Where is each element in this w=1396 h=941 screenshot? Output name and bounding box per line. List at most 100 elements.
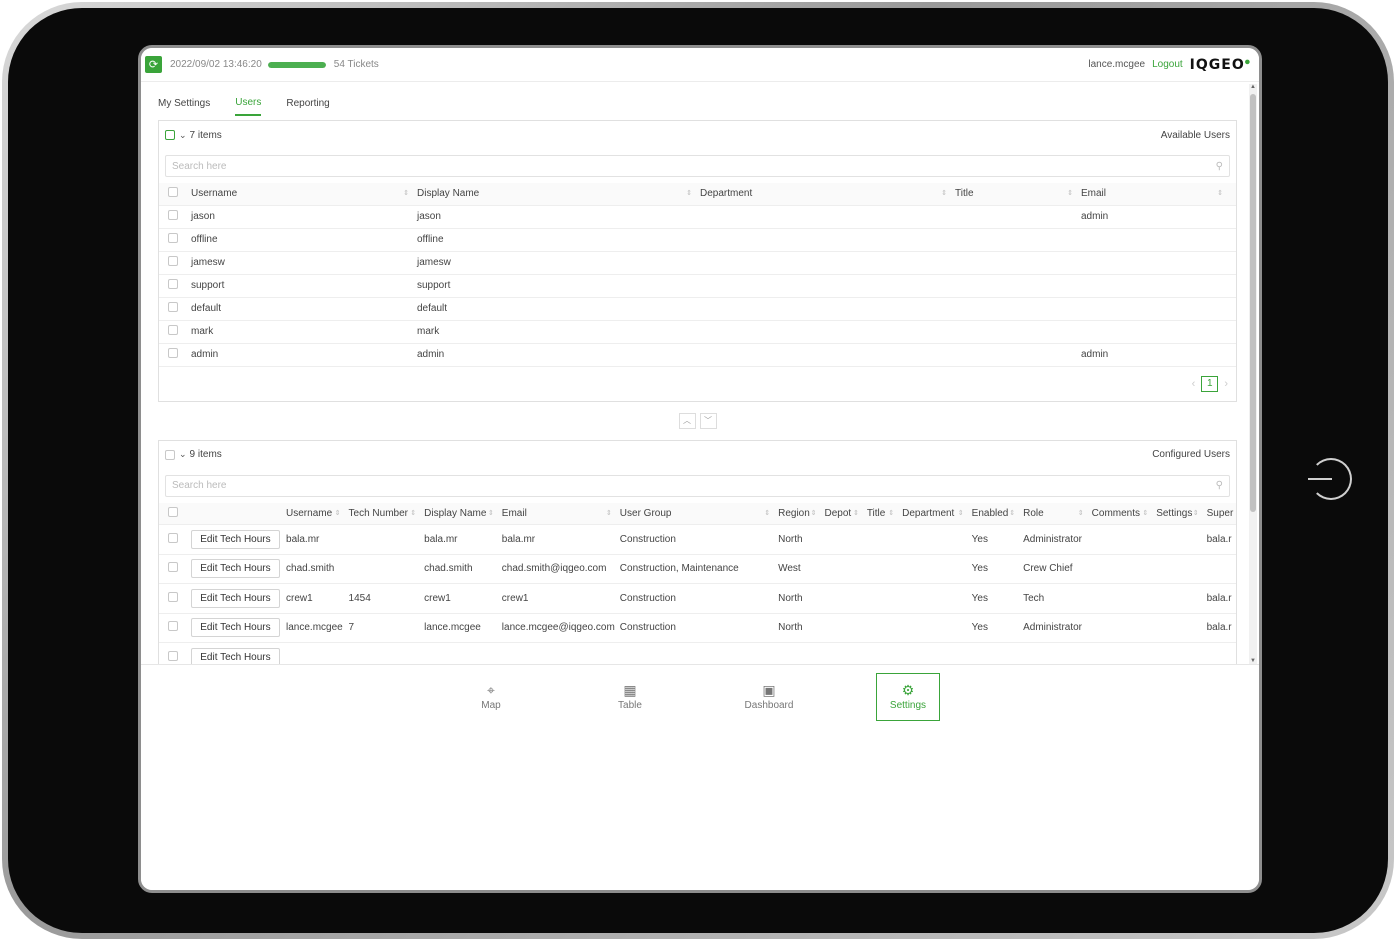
chevron-right-icon[interactable]: ›: [1224, 378, 1228, 390]
available-search-input[interactable]: [172, 160, 1216, 172]
column-header-title[interactable]: Title ⇕: [951, 183, 1077, 206]
nav-dashboard[interactable]: ▣ Dashboard: [737, 673, 801, 721]
row-checkbox[interactable]: [168, 325, 178, 335]
tab-reporting[interactable]: Reporting: [286, 90, 329, 115]
column-header-depot[interactable]: Depot ⇕: [820, 502, 863, 525]
cell-department: [898, 642, 968, 664]
column-header-department[interactable]: Department ⇕: [898, 502, 968, 525]
tab-users[interactable]: Users: [235, 89, 262, 116]
logout-link[interactable]: Logout: [1152, 59, 1183, 70]
edit-tech-hours-button[interactable]: Edit Tech Hours: [191, 588, 280, 608]
chevron-down-icon[interactable]: ⌄: [179, 449, 187, 460]
tab-my-settings[interactable]: My Settings: [158, 90, 210, 115]
row-checkbox[interactable]: [168, 256, 178, 266]
nav-label: Table: [618, 700, 642, 711]
move-up-button[interactable]: ︿: [678, 412, 696, 429]
column-header-department[interactable]: Department ⇕: [696, 183, 951, 206]
sort-icon[interactable]: ⇕: [1078, 509, 1084, 519]
sort-icon[interactable]: ⇕: [853, 509, 859, 519]
column-header-label: Tech Number: [348, 507, 408, 519]
sort-icon[interactable]: ⇕: [686, 189, 692, 199]
row-checkbox[interactable]: [168, 562, 179, 573]
cell-user-group: [615, 642, 775, 664]
table-row[interactable]: default default: [159, 297, 1236, 321]
column-header-tech-number[interactable]: Tech Number ⇕: [344, 502, 421, 525]
select-all-checkbox[interactable]: [168, 506, 179, 517]
column-header-username[interactable]: Username ⇕: [187, 183, 413, 206]
move-down-button[interactable]: ﹀: [699, 412, 717, 429]
table-row[interactable]: Edit Tech Hours bala.mr bala.mr bala.mr Cons…: [159, 524, 1236, 555]
column-header-settings[interactable]: Settings ⇕: [1152, 502, 1203, 525]
column-header-role[interactable]: Role ⇕: [1019, 502, 1088, 525]
sort-icon[interactable]: ⇕: [1217, 189, 1223, 199]
sort-icon[interactable]: ⇕: [958, 509, 964, 519]
sort-icon[interactable]: ⇕: [1193, 509, 1199, 519]
select-all-checkbox[interactable]: [165, 449, 175, 460]
row-checkbox[interactable]: [168, 621, 179, 632]
row-checkbox[interactable]: [168, 210, 178, 220]
sort-icon[interactable]: ⇕: [488, 509, 494, 519]
row-checkbox[interactable]: [168, 532, 179, 543]
scroll-up-icon[interactable]: ▲: [1250, 84, 1256, 90]
edit-tech-hours-button[interactable]: Edit Tech Hours: [191, 647, 280, 664]
column-header-email[interactable]: Email ⇕: [497, 502, 616, 525]
search-icon[interactable]: ⚲: [1216, 161, 1223, 172]
row-checkbox[interactable]: [168, 302, 178, 312]
sort-icon[interactable]: ⇕: [1067, 189, 1073, 199]
sort-icon[interactable]: ⇕: [410, 509, 416, 519]
column-header-comments[interactable]: Comments ⇕: [1087, 502, 1153, 525]
column-header-email[interactable]: Email ⇕: [1077, 183, 1227, 206]
table-row[interactable]: Edit Tech Hours: [159, 642, 1236, 664]
column-header-username[interactable]: Username ⇕: [282, 502, 345, 525]
sort-icon[interactable]: ⇕: [1009, 509, 1015, 519]
nav-table[interactable]: ▦ Table: [598, 673, 662, 721]
select-all-checkbox[interactable]: [168, 187, 178, 198]
table-row[interactable]: offline offline: [159, 228, 1236, 252]
content-scrollbar[interactable]: ▲ ▼: [1249, 84, 1257, 664]
column-header-region[interactable]: Region ⇕: [774, 502, 821, 525]
row-checkbox[interactable]: [168, 233, 178, 243]
column-header-enabled[interactable]: Enabled ⇕: [967, 502, 1020, 525]
column-header-display-name[interactable]: Display Name ⇕: [420, 502, 498, 525]
current-page[interactable]: 1: [1201, 375, 1219, 392]
table-row[interactable]: Edit Tech Hours chad.smith chad.smith chad.…: [159, 554, 1236, 584]
table-row[interactable]: jamesw jamesw: [159, 251, 1236, 275]
configured-users-header: ⌄ 9 items Configured Users: [159, 441, 1236, 469]
chevron-down-icon[interactable]: ⌄: [179, 130, 187, 141]
column-header-display-name[interactable]: Display Name ⇕: [413, 183, 696, 206]
power-icon[interactable]: [1308, 458, 1352, 500]
chevron-left-icon[interactable]: ‹: [1192, 378, 1196, 390]
configured-search-input[interactable]: [172, 480, 1216, 491]
edit-tech-hours-button[interactable]: Edit Tech Hours: [191, 559, 280, 579]
column-header-user-group[interactable]: User Group ⇕: [615, 502, 775, 525]
row-checkbox[interactable]: [168, 348, 178, 358]
sort-icon[interactable]: ⇕: [941, 189, 947, 199]
sync-icon[interactable]: ⟳: [145, 56, 162, 73]
row-checkbox[interactable]: [168, 591, 179, 602]
cell-region: North: [774, 583, 821, 614]
sort-icon[interactable]: ⇕: [606, 509, 612, 519]
search-icon[interactable]: ⚲: [1216, 480, 1223, 491]
table-row[interactable]: Edit Tech Hours lance.mcgee 7 lance.mcgee la…: [159, 613, 1236, 643]
row-checkbox[interactable]: [168, 650, 179, 661]
table-row[interactable]: support support: [159, 274, 1236, 298]
edit-tech-hours-button[interactable]: Edit Tech Hours: [191, 618, 280, 638]
nav-map[interactable]: ⌖ Map: [459, 673, 523, 721]
sort-icon[interactable]: ⇕: [403, 189, 409, 199]
table-row[interactable]: mark mark: [159, 320, 1236, 344]
scrollbar-thumb[interactable]: [1250, 94, 1256, 512]
sort-icon[interactable]: ⇕: [335, 509, 341, 519]
row-checkbox[interactable]: [168, 279, 178, 289]
nav-settings[interactable]: ⚙ Settings: [876, 673, 940, 721]
sort-icon[interactable]: ⇕: [1142, 509, 1148, 519]
edit-tech-hours-button[interactable]: Edit Tech Hours: [191, 529, 280, 549]
column-header-title[interactable]: Title ⇕: [862, 502, 899, 525]
sort-icon[interactable]: ⇕: [764, 509, 770, 519]
table-row[interactable]: jason jason admin: [159, 205, 1236, 229]
sort-icon[interactable]: ⇕: [811, 509, 817, 519]
select-all-checkbox[interactable]: [165, 130, 175, 140]
sort-icon[interactable]: ⇕: [888, 509, 894, 519]
table-row[interactable]: admin admin admin: [159, 343, 1236, 367]
table-row[interactable]: Edit Tech Hours crew1 1454 crew1 crew1 Constr…: [159, 583, 1236, 614]
column-header-super[interactable]: Super: [1202, 502, 1236, 525]
